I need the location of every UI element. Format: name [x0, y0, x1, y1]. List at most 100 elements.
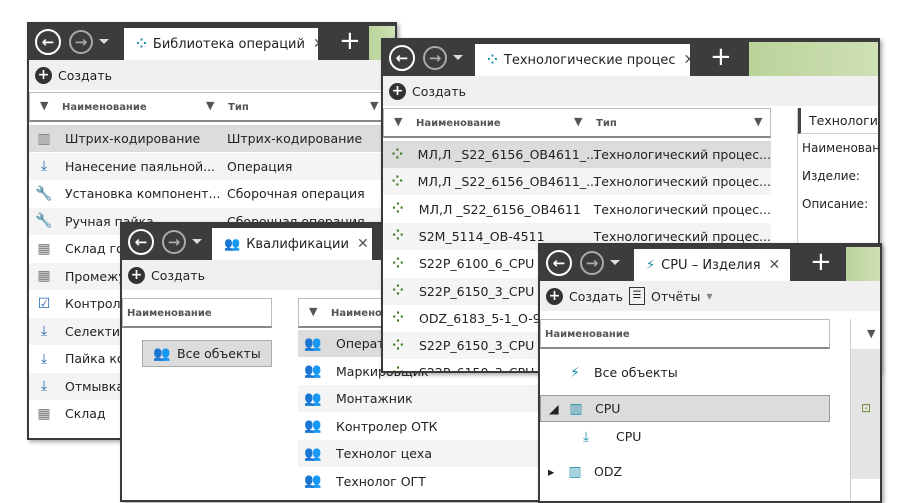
process-icon: ⁘	[391, 146, 404, 163]
right-pane: ▼ ⊡	[850, 319, 880, 501]
tab-title: Технологические процес	[503, 52, 676, 68]
table-row[interactable]: ⤓ Нанесение паяльной... Операция	[29, 152, 395, 180]
warehouse-icon: ▦	[37, 268, 51, 284]
row-name: Установка компонент...	[65, 186, 221, 201]
forward-button[interactable]: →	[69, 30, 93, 54]
filter-icon[interactable]: ▼	[40, 99, 48, 112]
reports-button[interactable]: Отчёты	[651, 289, 700, 304]
forward-button[interactable]: →	[580, 251, 604, 275]
user-group-icon: 👥	[304, 335, 322, 352]
row-name: МЛ,Л _S22_6156_OB4611_...	[417, 174, 598, 190]
create-button[interactable]: Создать	[412, 84, 466, 99]
tab-products[interactable]: ⚡ CPU – Изделия ✕	[634, 249, 790, 281]
toolbar: + Создать	[29, 60, 395, 90]
filter-icon[interactable]: ▼	[867, 327, 875, 340]
table-row[interactable]: ⁘ МЛ,Л _S22_6156_OB4611_... Технологически…	[383, 141, 771, 168]
plus-circle-icon: +	[546, 287, 563, 305]
component-icon: ⊡	[861, 401, 872, 415]
create-button[interactable]: Создать	[58, 68, 112, 83]
new-tab-button[interactable]: +	[810, 247, 832, 277]
tree-item-label: Все объекты	[177, 346, 261, 361]
row-type: Штрих-кодирование	[227, 131, 363, 146]
filter-icon[interactable]: ▼	[574, 115, 582, 128]
table-row[interactable]: ⁘ МЛ,Л _S22_6156_OB4611 Технологический пр…	[383, 196, 771, 223]
tree-item[interactable]: ▸ ▥ ODZ	[540, 458, 830, 485]
close-icon[interactable]: ✕	[313, 36, 318, 52]
close-icon[interactable]: ✕	[684, 52, 691, 68]
tree-item-label: CPU	[595, 401, 621, 416]
process-icon: ⁘	[136, 36, 147, 52]
create-button[interactable]: Создать	[151, 268, 205, 283]
filter-icon[interactable]: ▼	[394, 115, 402, 128]
close-icon[interactable]: ✕	[357, 236, 369, 252]
row-type: Операция	[227, 158, 293, 174]
history-dropdown[interactable]	[610, 260, 620, 265]
tab-processes[interactable]: ⁘ Технологические процес ✕	[475, 44, 690, 76]
tree-item-all-objects[interactable]: 👥 Все объекты	[142, 340, 272, 367]
filter-icon[interactable]: ▼	[754, 115, 762, 128]
process-icon: ⁘	[392, 255, 404, 272]
row-name: Штрих-кодирование	[65, 131, 201, 146]
row-name: МЛ,Л _S22_6156_OB4611	[418, 201, 581, 217]
tree-item[interactable]: ◢ ▥ CPU	[540, 395, 830, 422]
table-header: ▼ Наименование ▼ Тип ▼	[29, 92, 395, 122]
row-name: S2M_5114_OB-4511	[418, 228, 545, 244]
download-icon: ⤓	[40, 350, 48, 367]
history-dropdown[interactable]	[453, 55, 463, 60]
forward-button[interactable]: →	[423, 46, 447, 70]
process-icon: ⁘	[392, 283, 404, 299]
process-icon: ⁘	[487, 52, 498, 68]
row-type: Технологический процес...	[593, 201, 771, 217]
plus-circle-icon: +	[128, 266, 145, 284]
plus-circle-icon: +	[35, 66, 52, 84]
column-header-name[interactable]: Наименование	[416, 118, 501, 129]
tab-qualifications[interactable]: 👥 Квалификации ✕	[212, 228, 372, 260]
description-label: Описание:	[802, 197, 869, 211]
tab-operations-library[interactable]: ⁘ Библиотека операций ✕	[124, 28, 318, 60]
back-button[interactable]: ←	[389, 45, 415, 71]
checkbox-icon: ☑	[37, 295, 51, 312]
table-row[interactable]: ▥ Штрих-кодирование Штрих-кодирование	[29, 125, 395, 152]
history-dropdown[interactable]	[192, 239, 202, 244]
row-type: Сборочная операция	[227, 186, 365, 201]
new-tab-button[interactable]: +	[710, 42, 732, 72]
tree-item-label: ODZ	[594, 464, 623, 479]
table-row[interactable]: 🔧 Установка компонент... Сборочная операци…	[29, 180, 395, 207]
process-icon: ⁘	[392, 201, 404, 218]
tree-item[interactable]: ⚡ Все объекты	[540, 359, 830, 386]
row-type: Технологический процес...	[593, 174, 771, 190]
create-button[interactable]: Создать	[569, 289, 623, 304]
report-icon: ☰	[628, 287, 645, 305]
tree-item-label: Все объекты	[594, 365, 678, 380]
new-tab-button[interactable]: +	[339, 26, 361, 56]
column-header-type[interactable]: Тип	[596, 118, 617, 129]
plus-circle-icon: +	[389, 82, 406, 100]
column-header-name[interactable]: Наименование	[545, 329, 630, 340]
filter-icon[interactable]: ▼	[206, 99, 214, 112]
filter-icon[interactable]: ▼	[370, 99, 378, 112]
users-icon: 👥	[153, 345, 171, 362]
selected-row[interactable]: ⊡	[851, 349, 880, 479]
table-row[interactable]: 👥 Контролер ОТК	[298, 413, 558, 440]
table-row[interactable]: 👥 Монтажник	[298, 385, 558, 412]
column-header-type[interactable]: Тип	[228, 102, 249, 113]
tree-item[interactable]: ⤓ CPU	[540, 423, 830, 450]
close-icon[interactable]: ✕	[769, 257, 781, 273]
back-button[interactable]: ←	[128, 229, 154, 255]
back-button[interactable]: ←	[546, 250, 572, 276]
name-label: Наименовани	[802, 141, 880, 155]
column-header-name[interactable]: Наименование	[62, 102, 147, 113]
tab-title: Библиотека операций	[152, 36, 305, 52]
chevron-down-icon[interactable]: ▼	[706, 292, 712, 301]
back-button[interactable]: ←	[35, 29, 61, 55]
history-dropdown[interactable]	[99, 39, 109, 44]
user-group-icon: 👥	[304, 445, 322, 462]
table-header: ▼ Наименование ▼ Тип ▼	[383, 108, 771, 138]
table-row[interactable]: 👥 Технолог цеха	[298, 440, 558, 467]
download-icon: ⤓	[40, 158, 48, 174]
column-header-name[interactable]: Наименование	[127, 308, 212, 319]
forward-button[interactable]: →	[162, 230, 186, 254]
filter-icon[interactable]: ▼	[309, 305, 317, 318]
table-row[interactable]: 👥 Технолог ОГТ	[298, 468, 558, 495]
table-row[interactable]: ⁘ МЛ,Л _S22_6156_OB4611_... Технологически…	[383, 168, 771, 196]
